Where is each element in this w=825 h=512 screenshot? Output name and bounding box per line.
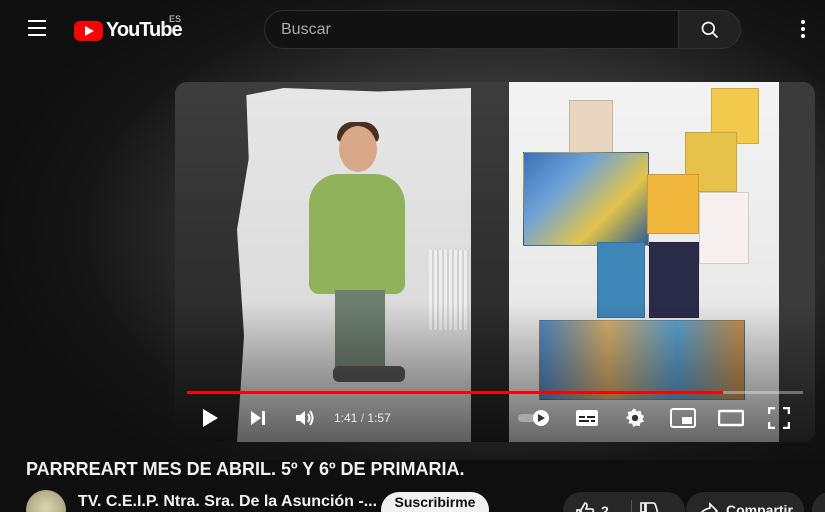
subtitles-icon	[576, 410, 598, 426]
poster	[647, 174, 699, 234]
progress-bar[interactable]	[187, 391, 803, 394]
like-divider	[631, 500, 632, 512]
time-display: 1:41 / 1:57	[334, 411, 391, 425]
play-logo-icon	[74, 20, 103, 41]
autoplay-toggle[interactable]	[517, 404, 553, 432]
like-dislike-group: 2	[563, 492, 685, 512]
dislike-button[interactable]	[639, 502, 659, 512]
thumbs-down-icon	[640, 502, 659, 512]
time-current: 1:41	[334, 411, 358, 425]
time-separator: /	[360, 411, 365, 425]
next-button[interactable]	[245, 404, 271, 432]
poster	[523, 152, 649, 246]
video-player[interactable]: 1:41 / 1:57	[175, 82, 815, 442]
progress-played	[187, 391, 723, 394]
time-total: 1:57	[367, 411, 391, 425]
poster	[699, 192, 749, 264]
channel-name[interactable]: TV. C.E.I.P. Ntra. Sra. De la Asunción -…	[78, 493, 377, 511]
like-count: 2	[601, 503, 609, 512]
search-button[interactable]	[678, 10, 741, 49]
search-icon	[701, 21, 718, 38]
poster	[569, 100, 613, 156]
video-title: PARRREART MES DE ABRIL. 5º Y 6º DE PRIMA…	[26, 459, 465, 479]
settings-button[interactable]	[621, 404, 649, 432]
miniplayer-icon	[670, 408, 696, 428]
search-input[interactable]	[281, 20, 678, 39]
menu-icon[interactable]	[28, 20, 48, 38]
youtube-logo[interactable]: YouTube	[74, 19, 183, 42]
gear-icon	[625, 408, 645, 428]
fullscreen-icon	[768, 407, 790, 429]
subscribe-button[interactable]: Suscribirme	[381, 492, 489, 512]
volume-icon	[296, 410, 314, 426]
next-icon	[251, 411, 265, 425]
play-icon	[203, 409, 218, 427]
subtitles-button[interactable]	[573, 404, 601, 432]
channel-avatar[interactable]	[26, 490, 66, 512]
share-button[interactable]: Compartir	[686, 492, 804, 512]
autoplay-toggle-icon	[518, 410, 549, 426]
theater-mode-icon	[718, 409, 744, 427]
region-code: ES	[169, 14, 182, 24]
more-options-icon[interactable]	[796, 20, 810, 40]
share-label: Compartir	[726, 502, 793, 512]
search-box[interactable]	[264, 10, 679, 49]
like-button[interactable]: 2	[575, 502, 609, 512]
masthead: YouTube ES	[0, 0, 825, 60]
miniplayer-button[interactable]	[669, 404, 697, 432]
theater-mode-button[interactable]	[717, 404, 745, 432]
student-body	[309, 174, 405, 294]
subscribe-label: Suscribirme	[394, 494, 476, 510]
play-button[interactable]	[197, 404, 223, 432]
student-head	[339, 126, 377, 172]
more-actions-button[interactable]	[812, 492, 825, 512]
fullscreen-button[interactable]	[765, 404, 793, 432]
thumbs-up-icon	[576, 502, 595, 512]
share-icon	[701, 502, 718, 512]
volume-button[interactable]	[291, 404, 319, 432]
